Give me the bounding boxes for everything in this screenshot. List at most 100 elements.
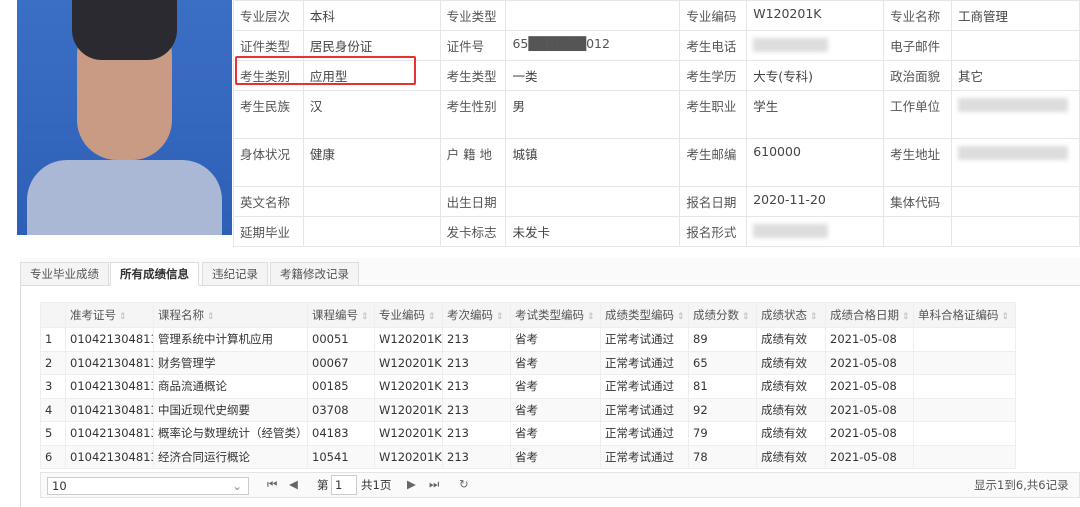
table-cell: W120201K: [374, 350, 443, 375]
table-row[interactable]: 6 010421304813 经济合同运行概论 10541 W120201K 213 省考正…: [40, 444, 1016, 469]
table-cell: 成绩有效: [756, 374, 826, 399]
refresh-icon[interactable]: ↻: [459, 477, 469, 491]
column-header-label: 课程编号: [312, 308, 358, 322]
table-cell: 00067: [307, 350, 375, 375]
table-cell: 2021-05-08: [825, 444, 914, 469]
table-cell: 2021-05-08: [825, 421, 914, 446]
info-value: [950, 186, 1080, 217]
column-header[interactable]: 课程编号 ⇕: [307, 302, 375, 328]
sort-icon[interactable]: ⇕: [584, 312, 595, 322]
info-label: 电子邮件: [883, 30, 952, 61]
page-size-select[interactable]: 10 ⌄: [47, 477, 249, 495]
tab-graduation-scores[interactable]: 专业毕业成绩: [20, 262, 109, 286]
sort-icon[interactable]: ⇕: [425, 312, 436, 322]
sort-icon[interactable]: ⇕: [999, 312, 1009, 322]
sort-icon[interactable]: ⇕: [739, 312, 750, 322]
column-header[interactable]: 考试类型编码 ⇕: [510, 302, 601, 328]
table-row[interactable]: 3 010421304813 商品流通概论 00185 W120201K 213 省考 正常考…: [40, 374, 1016, 399]
info-value: 其它: [950, 60, 1080, 91]
info-value: 健康: [302, 138, 441, 187]
info-label: 英文名称: [233, 186, 304, 217]
info-value: [950, 90, 1080, 139]
table-cell: 省考: [510, 327, 601, 352]
table-cell: 03708: [307, 397, 375, 422]
tab-bar: 专业毕业成绩 所有成绩信息 违纪记录 考籍修改记录: [20, 258, 1080, 286]
column-header[interactable]: 单科合格证编码 ⇕: [913, 302, 1016, 328]
info-label: [883, 216, 952, 247]
table-row[interactable]: 1 010421304813 管理系统中计算机应用 00051 W120201K 213 省…: [40, 327, 1016, 352]
table-cell: 成绩有效: [756, 397, 826, 422]
total-pages: 共1页: [361, 478, 392, 492]
column-header[interactable]: 成绩类型编码 ⇕: [600, 302, 689, 328]
prev-page-icon[interactable]: ◀: [289, 477, 298, 491]
table-cell: 81: [688, 374, 757, 399]
column-header[interactable]: 课程名称 ⇕: [153, 302, 308, 328]
info-label: 出生日期: [439, 186, 507, 217]
table-cell: [913, 374, 1016, 399]
table-cell: 010421304813: [65, 374, 154, 399]
table-cell: 010421304813: [65, 421, 154, 446]
table-cell: 概率论与数理统计（经管类）: [153, 421, 308, 446]
info-value: [302, 186, 441, 217]
info-value: [505, 186, 681, 217]
sort-icon[interactable]: ⇕: [358, 312, 369, 322]
redacted-value: [753, 37, 829, 52]
table-cell: 财务管理学: [153, 350, 308, 375]
sort-icon[interactable]: ⇕: [807, 312, 818, 322]
info-value: [746, 30, 885, 61]
info-value: 2020-11-20: [746, 186, 885, 217]
column-header[interactable]: 准考证号 ⇕: [65, 302, 154, 328]
info-label: 考生民族: [233, 90, 304, 139]
row-number: 4: [40, 397, 66, 422]
sort-icon[interactable]: ⇕: [204, 312, 215, 322]
column-header[interactable]: 成绩状态 ⇕: [756, 302, 826, 328]
table-cell: W120201K: [374, 374, 443, 399]
column-header[interactable]: 成绩合格日期 ⇕: [825, 302, 914, 328]
sort-icon[interactable]: ⇕: [493, 312, 504, 322]
table-cell: W120201K: [374, 397, 443, 422]
column-header[interactable]: 专业编码 ⇕: [374, 302, 443, 328]
sort-icon[interactable]: ⇕: [116, 312, 127, 322]
page-size-value: 10: [52, 479, 67, 493]
tab-record-changes[interactable]: 考籍修改记录: [270, 262, 359, 286]
column-header-label: 准考证号: [70, 308, 116, 322]
row-number-header: [40, 302, 66, 328]
tab-violations[interactable]: 违纪记录: [202, 262, 268, 286]
table-cell: [913, 350, 1016, 375]
table-cell: [913, 444, 1016, 469]
column-header[interactable]: 成绩分数 ⇕: [688, 302, 757, 328]
row-number: 5: [40, 421, 66, 446]
first-page-icon[interactable]: ⏮: [267, 477, 277, 492]
column-header-label: 成绩合格日期: [830, 308, 899, 322]
info-label: 专业编码: [679, 0, 748, 31]
info-label: 考生学历: [679, 60, 748, 91]
table-cell: 正常考试通过: [600, 444, 689, 469]
table-cell: 010421304813: [65, 350, 154, 375]
tab-all-scores[interactable]: 所有成绩信息: [110, 262, 199, 286]
table-cell: 00185: [307, 374, 375, 399]
table-cell: 经济合同运行概论: [153, 444, 308, 469]
sort-icon[interactable]: ⇕: [674, 312, 685, 322]
info-value: 城镇: [505, 138, 681, 187]
next-page-icon[interactable]: ▶: [407, 477, 416, 491]
table-cell: 92: [688, 397, 757, 422]
column-header-label: 成绩分数: [693, 308, 739, 322]
table-row[interactable]: 4 010421304813 中国近现代史纲要 03708 W120201K 213 省考正…: [40, 397, 1016, 422]
table-row[interactable]: 5 010421304813 概率论与数理统计（经管类） 04183 W120201K 2…: [40, 421, 1016, 446]
table-cell: 213: [442, 444, 511, 469]
table-cell: 商品流通概论: [153, 374, 308, 399]
table-cell: 10541: [307, 444, 375, 469]
last-page-icon[interactable]: ⏭: [429, 477, 439, 492]
column-header[interactable]: 考次编码 ⇕: [442, 302, 511, 328]
info-label: 户 籍 地: [439, 138, 507, 187]
page-input[interactable]: 1: [331, 475, 357, 495]
table-row[interactable]: 2 010421304813 财务管理学 00067 W120201K 213 省考 正常考试…: [40, 350, 1016, 375]
table-cell: W120201K: [374, 327, 443, 352]
sort-icon[interactable]: ⇕: [899, 312, 910, 322]
table-cell: 正常考试通过: [600, 397, 689, 422]
table-cell: 成绩有效: [756, 350, 826, 375]
column-header-label: 成绩状态: [761, 308, 807, 322]
info-value: 610000: [746, 138, 885, 187]
info-value: 未发卡: [505, 216, 681, 247]
column-header-label: 课程名称: [158, 308, 204, 322]
